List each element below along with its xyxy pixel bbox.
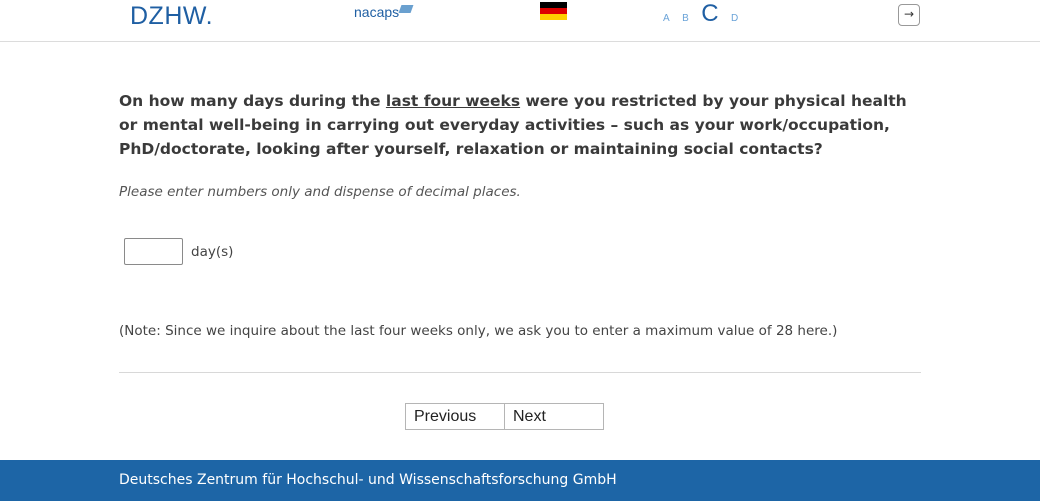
font-size-selector: A B C D bbox=[663, 0, 746, 28]
navigation: Previous Next bbox=[405, 403, 604, 430]
question-part-1: On how many days during the bbox=[119, 92, 386, 110]
header: DZHW. nacaps A B C D → bbox=[0, 0, 1040, 42]
footer-text: Deutsches Zentrum für Hochschul- und Wis… bbox=[119, 472, 617, 488]
nacaps-logo-text: nacaps bbox=[354, 4, 400, 20]
dzhw-logo[interactable]: DZHW. bbox=[130, 2, 213, 31]
german-flag-language-switch[interactable] bbox=[540, 2, 567, 20]
instruction-text: Please enter numbers only and dispense o… bbox=[119, 184, 521, 200]
font-size-c[interactable]: C bbox=[701, 0, 718, 28]
flag-stripe-gold bbox=[540, 14, 567, 20]
note-text: (Note: Since we inquire about the last f… bbox=[119, 323, 838, 339]
question-text: On how many days during the last four we… bbox=[119, 89, 919, 161]
font-size-a[interactable]: A bbox=[663, 13, 670, 24]
footer: Deutsches Zentrum für Hochschul- und Wis… bbox=[0, 460, 1040, 501]
answer-row: day(s) bbox=[124, 238, 233, 265]
next-button[interactable]: Next bbox=[505, 403, 604, 430]
days-unit-label: day(s) bbox=[191, 243, 234, 260]
days-input[interactable] bbox=[124, 238, 183, 265]
graduation-cap-icon bbox=[398, 5, 414, 13]
divider bbox=[119, 372, 921, 373]
font-size-b[interactable]: B bbox=[682, 13, 689, 24]
exit-arrow-icon: → bbox=[903, 7, 915, 21]
question-emphasis: last four weeks bbox=[385, 92, 521, 110]
nacaps-logo[interactable]: nacaps bbox=[354, 4, 414, 20]
exit-button[interactable]: → bbox=[898, 4, 920, 26]
previous-button[interactable]: Previous bbox=[405, 403, 505, 430]
font-size-d[interactable]: D bbox=[731, 13, 738, 24]
